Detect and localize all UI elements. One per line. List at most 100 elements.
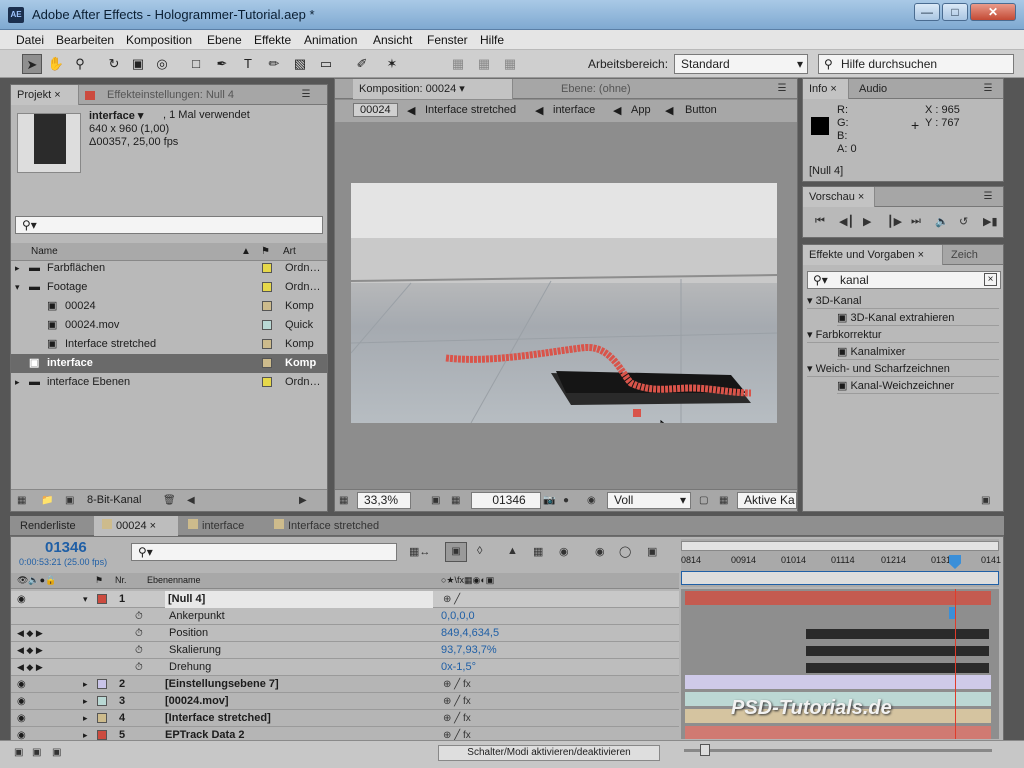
menu-ebene[interactable]: Ebene — [207, 33, 242, 47]
tab-zeichen[interactable]: Zeich — [945, 245, 984, 265]
tab-effekte-vorgaben[interactable]: Effekte und Vorgaben × — [803, 245, 943, 265]
menu-animation[interactable]: Animation — [304, 33, 357, 47]
effects-category[interactable]: ▾ Weich- und Scharfzeichnen — [807, 361, 999, 377]
zoom-slider-handle[interactable] — [700, 744, 710, 756]
toggle-switches-modes-button[interactable]: Schalter/Modi aktivieren/deaktivieren — [438, 745, 660, 761]
label-color-swatch[interactable] — [97, 696, 107, 706]
clone-stamp-tool-icon[interactable]: ▧ — [290, 54, 310, 74]
zoom-select[interactable]: 33,3% — [357, 492, 411, 509]
project-search-input[interactable]: ⚲▾ — [15, 216, 323, 234]
layer-name[interactable]: [Null 4] — [165, 591, 433, 608]
stopwatch-icon[interactable]: ⏱ — [135, 659, 143, 676]
draft-3d-icon[interactable]: ▣ — [445, 542, 467, 562]
tab-komposition[interactable]: Komposition: 00024 ▾ — [353, 79, 513, 99]
play-icon[interactable]: ▶ — [863, 215, 871, 228]
workspace-select[interactable]: Standard ▾ — [674, 54, 808, 74]
menu-bearbeiten[interactable]: Bearbeiten — [56, 33, 114, 47]
tab-renderliste[interactable]: Renderliste — [10, 516, 86, 536]
layer-row[interactable]: ◉ ▸ 3 [00024.mov] ⊕ ╱ fx — [11, 693, 679, 710]
last-frame-icon[interactable]: ⏭ — [911, 215, 921, 228]
hand-tool-icon[interactable]: ✋ — [46, 54, 66, 74]
menu-ansicht[interactable]: Ansicht — [373, 33, 412, 47]
expand-modes-icon[interactable]: ▣ — [32, 747, 41, 758]
snapshot-icon[interactable]: 📷 — [543, 495, 555, 506]
breadcrumb-button[interactable]: Button — [685, 104, 717, 116]
layer-row[interactable]: ◉ ▸ 4 [Interface stretched] ⊕ ╱ fx — [11, 710, 679, 727]
frame-blending-icon[interactable]: ▲ — [507, 545, 518, 557]
tab-info[interactable]: Info × — [803, 79, 849, 99]
label-color-swatch[interactable] — [262, 282, 272, 292]
property-value[interactable]: 849,4,634,5 — [441, 625, 499, 642]
project-row[interactable]: ▣ interface Komp — [11, 354, 327, 373]
col-name-header[interactable]: Name — [31, 246, 58, 257]
stopwatch-icon[interactable]: ⏱ — [135, 642, 143, 659]
effects-category[interactable]: ▾ Farbkorrektur — [807, 327, 999, 343]
layer-property-row[interactable]: ◀ ◆ ▶ ⏱ Drehung 0x-1,5° — [11, 659, 679, 676]
help-search-input[interactable]: ⚲ Hilfe durchsuchen — [818, 54, 1014, 74]
visibility-eye-icon[interactable]: ◉ — [17, 693, 26, 710]
layer-row[interactable]: ◉ ▾ 1 [Null 4] ⊕ ╱ — [11, 591, 679, 608]
always-preview-icon[interactable]: ▦ — [339, 495, 348, 506]
roto-brush-tool-icon[interactable]: ✐ — [352, 54, 372, 74]
keyframe-navigator-icon[interactable]: ◀ ◆ ▶ — [17, 659, 43, 676]
disclosure-triangle-icon[interactable]: ▾ — [83, 591, 88, 608]
pen-tool-icon[interactable]: ✒ — [212, 54, 232, 74]
previous-frame-icon[interactable]: ◀┃ — [839, 215, 854, 228]
disclosure-triangle-icon[interactable]: ▸ — [15, 373, 20, 392]
layer-name[interactable]: [Interface stretched] — [165, 710, 271, 727]
transparency-grid-icon[interactable]: ▦ — [719, 495, 728, 506]
tab-interface-stretched[interactable]: Interface stretched — [266, 516, 387, 536]
stopwatch-icon[interactable]: ⏱ — [135, 608, 143, 625]
layer-property-row[interactable]: ◀ ◆ ▶ ⏱ Skalierung 93,7,93,7% — [11, 642, 679, 659]
effects-item[interactable]: ▣ Kanalmixer — [837, 344, 999, 360]
snap-icon[interactable]: ▦ — [448, 54, 468, 74]
channel-icon[interactable]: ◉ — [587, 495, 596, 506]
visibility-eye-icon[interactable]: ◉ — [17, 710, 26, 727]
loop-icon[interactable]: ↺ — [959, 215, 968, 228]
puppet-pin-tool-icon[interactable]: ✶ — [382, 54, 402, 74]
maximize-button[interactable]: □ — [942, 3, 968, 21]
first-frame-icon[interactable]: ⏮ — [815, 215, 825, 228]
effects-item[interactable]: ▣ Kanal-Weichzeichner — [837, 378, 999, 394]
safe-zones-icon[interactable]: ▣ — [431, 495, 440, 506]
next-frame-icon[interactable]: ┃▶ — [887, 215, 902, 228]
project-row[interactable]: ▣ 00024 Komp — [11, 297, 327, 316]
disclosure-triangle-icon[interactable]: ▸ — [83, 693, 88, 710]
menu-komposition[interactable]: Komposition — [126, 33, 192, 47]
tab-00024[interactable]: 00024 × — [94, 516, 178, 536]
timeline-timecode[interactable]: 01346 — [45, 539, 87, 556]
selection-tool-icon[interactable]: ➤ — [22, 54, 42, 74]
effects-category[interactable]: ▾ 3D-Kanal — [807, 293, 999, 309]
breadcrumb-00024[interactable]: 00024 — [353, 103, 398, 117]
tab-audio[interactable]: Audio — [853, 79, 893, 99]
tab-projekt[interactable]: Projekt × — [11, 85, 79, 105]
menu-datei[interactable]: Datei — [16, 33, 44, 47]
current-time-indicator[interactable] — [949, 555, 961, 569]
project-row[interactable]: ▣ Interface stretched Komp — [11, 335, 327, 354]
graph-editor-icon[interactable]: ◯ — [619, 545, 631, 558]
disclosure-triangle-icon[interactable]: ▸ — [83, 676, 88, 693]
menu-hilfe[interactable]: Hilfe — [480, 33, 504, 47]
audio-icon[interactable]: 🔈 — [935, 215, 949, 228]
interpret-footage-icon[interactable]: ▦ — [17, 495, 26, 506]
keyframe-navigator-icon[interactable]: ◀ ◆ ▶ — [17, 625, 43, 642]
comp-mini-flowchart-icon[interactable]: ▦↔ — [409, 545, 430, 558]
label-color-swatch[interactable] — [97, 713, 107, 723]
scroll-left-icon[interactable]: ◀ — [187, 495, 195, 506]
clear-search-icon[interactable]: × — [984, 273, 997, 286]
camera-tool-icon[interactable]: ▣ — [128, 54, 148, 74]
timeline-search-input[interactable]: ⚲▾ — [131, 543, 397, 561]
track-bar-eptrack[interactable] — [685, 726, 991, 739]
label-color-swatch[interactable] — [262, 358, 272, 368]
visibility-eye-icon[interactable]: ◉ — [17, 676, 26, 693]
visibility-eye-icon[interactable]: ◉ — [17, 591, 26, 608]
region-of-interest-icon[interactable]: ▢ — [699, 495, 708, 506]
label-color-swatch[interactable] — [262, 263, 272, 273]
track-bar-null4[interactable] — [685, 591, 991, 605]
label-color-swatch[interactable] — [97, 730, 107, 740]
breadcrumb-interface[interactable]: interface — [553, 104, 595, 116]
layer-switches-icon[interactable]: ⊕ ╱ fx — [443, 693, 471, 710]
menu-fenster[interactable]: Fenster — [427, 33, 468, 47]
ram-preview-icon[interactable]: ▶▮ — [983, 215, 998, 228]
menu-effekte[interactable]: Effekte — [254, 33, 291, 47]
